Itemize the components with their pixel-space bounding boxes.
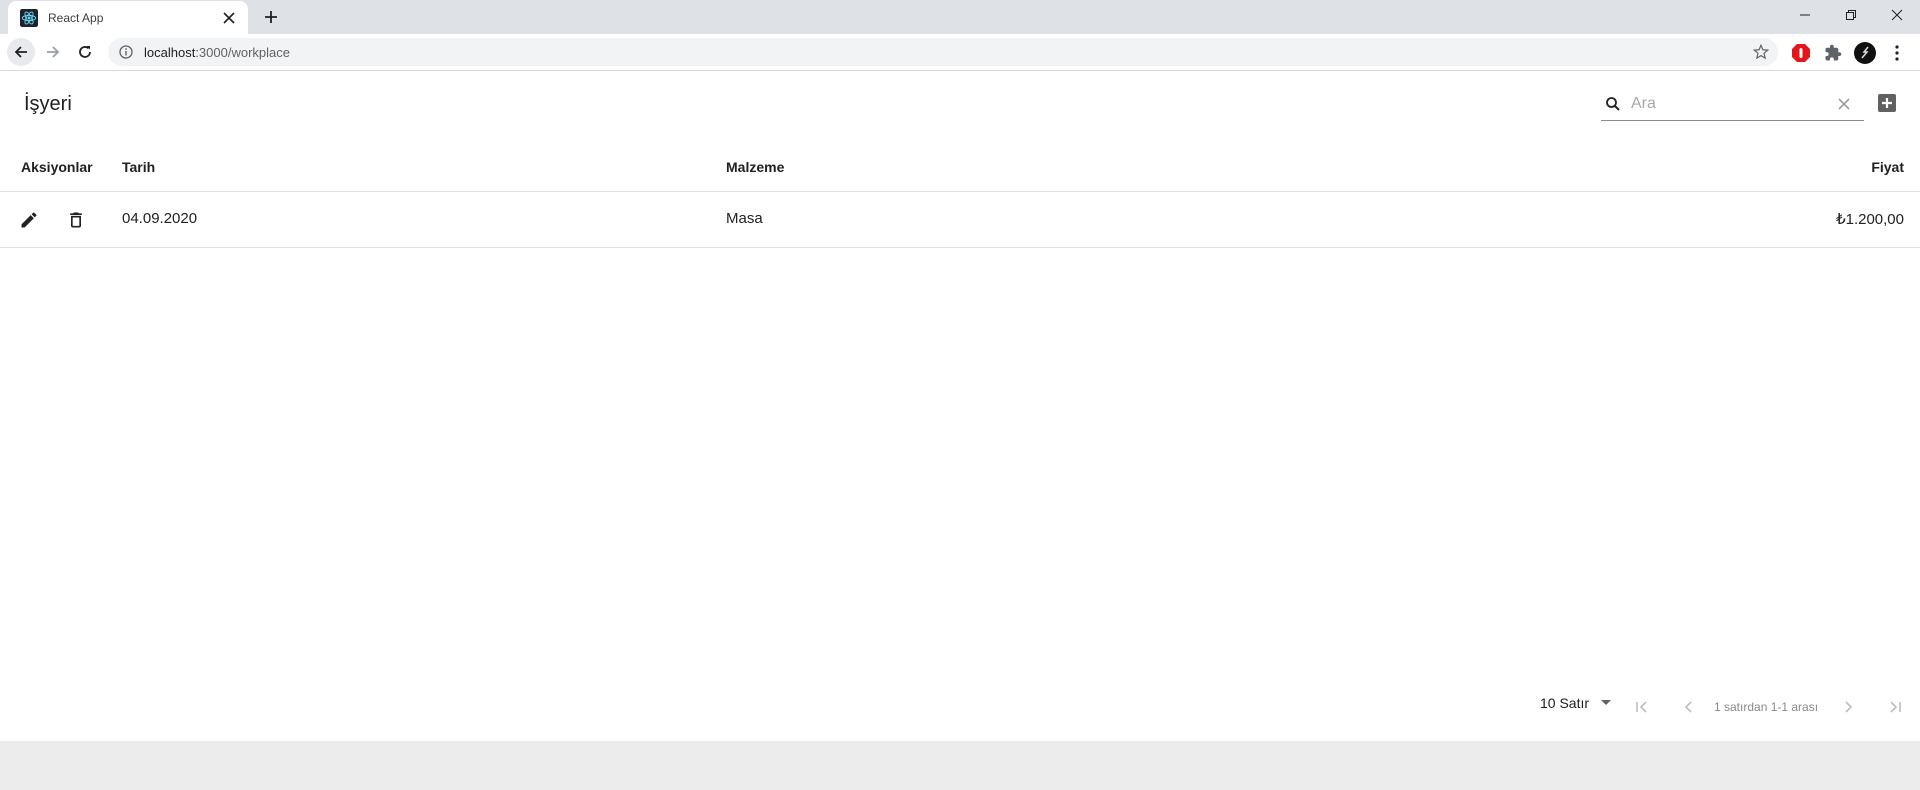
browser-tab[interactable]: React App (8, 1, 248, 34)
clear-search-icon[interactable] (1834, 94, 1854, 114)
back-icon[interactable] (7, 38, 35, 66)
edit-icon[interactable] (17, 208, 41, 232)
url-path: :3000/workplace (195, 44, 290, 60)
cell-date: 04.09.2020 (122, 210, 198, 227)
dropdown-arrow-icon (1599, 696, 1613, 710)
column-header-actions[interactable]: Aksiyonlar (21, 159, 93, 175)
restore-window-icon[interactable] (1828, 0, 1874, 30)
forward-icon[interactable] (39, 38, 67, 66)
search-bar (1601, 87, 1864, 121)
delete-icon[interactable] (64, 208, 88, 232)
react-logo-icon (20, 8, 38, 27)
cell-price: ₺1.200,00 (1836, 211, 1904, 228)
add-button[interactable] (1876, 92, 1898, 114)
reload-icon[interactable] (71, 38, 99, 66)
url-text: localhost:3000/workplace (144, 45, 290, 60)
url-host: localhost (144, 44, 196, 60)
rows-per-page-value: 10 Satır (1540, 695, 1590, 711)
info-icon[interactable] (118, 44, 134, 60)
page-content: İşyeri Aksiyonlar Tarih Malzeme Fiyat 04… (0, 71, 1920, 741)
last-page-icon[interactable] (1883, 695, 1907, 719)
page-title: İşyeri (24, 93, 72, 115)
extensions-puzzle-icon[interactable] (1822, 42, 1844, 64)
cell-material: Masa (726, 210, 763, 227)
column-header-date[interactable]: Tarih (122, 159, 155, 175)
pagination-info: 1 satırdan 1-1 arası (1714, 700, 1819, 714)
table-header: Aksiyonlar Tarih Malzeme Fiyat (0, 141, 1920, 192)
first-page-icon[interactable] (1630, 695, 1654, 719)
address-bar[interactable]: localhost:3000/workplace (108, 38, 1778, 66)
table-row: 04.09.2020 Masa ₺1.200,00 (0, 192, 1920, 248)
data-table: Aksiyonlar Tarih Malzeme Fiyat 04.09.202… (0, 141, 1920, 248)
close-window-icon[interactable] (1874, 0, 1920, 30)
column-header-material[interactable]: Malzeme (726, 159, 784, 175)
close-tab-icon[interactable] (220, 9, 238, 27)
pagination: 10 Satır 1 satırdan 1-1 arası (0, 693, 1920, 723)
profile-avatar[interactable] (1854, 42, 1876, 64)
next-page-icon[interactable] (1836, 695, 1860, 719)
search-icon (1601, 92, 1625, 116)
adblock-extension-icon[interactable] (1790, 42, 1812, 64)
column-header-price[interactable]: Fiyat (1871, 159, 1904, 175)
page-background (0, 741, 1920, 790)
bookmark-star-icon[interactable] (1752, 43, 1770, 61)
search-input[interactable] (1631, 94, 1831, 113)
browser-toolbar: localhost:3000/workplace (0, 34, 1920, 71)
browser-menu-icon[interactable] (1886, 42, 1908, 64)
rows-per-page-select[interactable]: 10 Satır (1540, 695, 1613, 711)
browser-tab-strip: React App (0, 0, 1920, 34)
minimize-window-icon[interactable] (1782, 0, 1828, 30)
previous-page-icon[interactable] (1677, 695, 1701, 719)
tab-title: React App (48, 10, 104, 25)
new-tab-icon[interactable] (260, 6, 282, 28)
